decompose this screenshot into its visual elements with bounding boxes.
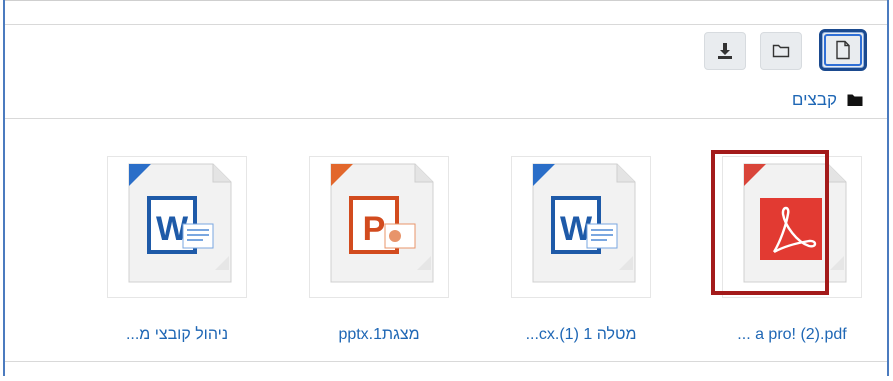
powerpoint-file-icon: P: [330, 163, 434, 283]
word-file-icon: W: [128, 163, 232, 283]
file-item-docx[interactable]: W ...cx.(1) מטלה 1: [495, 150, 675, 360]
file-item-pdf[interactable]: ... a pro! (2).pdf: [706, 150, 886, 360]
toolbar-divider-bottom: [5, 118, 887, 119]
word-file-icon: W: [532, 163, 636, 283]
file-name[interactable]: ... a pro! (2).pdf: [706, 326, 878, 344]
download-icon: [718, 43, 732, 59]
selected-item-highlight: [711, 150, 829, 295]
file-icon: [836, 40, 850, 60]
svg-text:P: P: [363, 210, 386, 248]
view-icons-button[interactable]: [819, 29, 867, 71]
file-manager-toolbar: [704, 29, 880, 78]
view-tree-button[interactable]: [760, 32, 802, 70]
breadcrumb-files-link[interactable]: קבצים: [792, 90, 837, 110]
download-all-button[interactable]: [704, 32, 746, 70]
file-item-docx[interactable]: W ...ניהול קובצי מ: [91, 150, 271, 360]
folder-icon: [847, 94, 863, 106]
view-icons-focus-ring: [824, 34, 862, 66]
file-name[interactable]: ...ניהול קובצי מ: [91, 326, 263, 344]
breadcrumb: קבצים: [792, 88, 863, 112]
file-thumbnail[interactable]: W: [107, 156, 247, 298]
grid-divider-bottom: [5, 361, 887, 362]
file-item-pptx[interactable]: P pptx.1מצגת: [293, 150, 473, 360]
file-thumbnail[interactable]: W: [511, 156, 651, 298]
file-name[interactable]: ...cx.(1) מטלה 1: [495, 326, 667, 344]
file-thumbnail[interactable]: P: [309, 156, 449, 298]
toolbar-divider-top: [5, 24, 887, 25]
folder-icon: [772, 44, 790, 58]
file-name[interactable]: pptx.1מצגת: [293, 326, 465, 344]
